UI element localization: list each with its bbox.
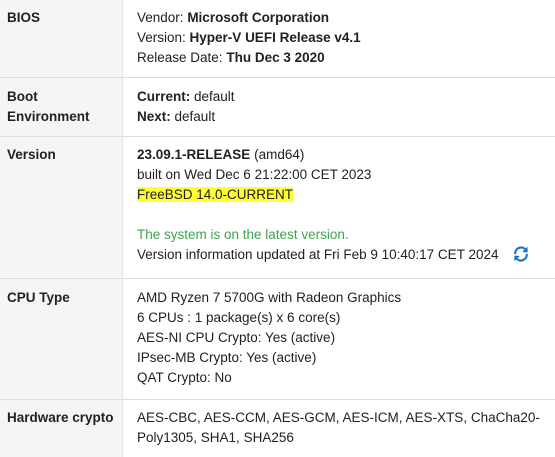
cpu-cores: 6 CPUs : 1 package(s) x 6 core(s) [137, 308, 548, 328]
version-arch: (amd64) [254, 147, 304, 162]
freebsd-version: FreeBSD 14.0-CURRENT [137, 187, 293, 202]
boot-label-line2: Environment [7, 107, 115, 127]
refresh-icon[interactable] [512, 245, 530, 269]
version-spacer [137, 205, 548, 225]
boot-label-line1: Boot [7, 87, 115, 107]
bios-row: BIOS Vendor: Microsoft Corporation Versi… [0, 0, 555, 78]
cpu-aesni: AES-NI CPU Crypto: Yes (active) [137, 328, 548, 348]
cpu-type-row: CPU Type AMD Ryzen 7 5700G with Radeon G… [0, 279, 555, 400]
cpu-qat: QAT Crypto: No [137, 368, 548, 388]
boot-next-label: Next: [137, 109, 171, 124]
hardware-crypto-row: Hardware crypto AES-CBC, AES-CCM, AES-GC… [0, 400, 555, 457]
hardware-crypto-label: Hardware crypto [0, 400, 123, 457]
hardware-crypto-value: AES-CBC, AES-CCM, AES-GCM, AES-ICM, AES-… [123, 400, 555, 457]
update-status: The system is on the latest version. [137, 225, 548, 245]
version-row: Version 23.09.1-RELEASE (amd64) built on… [0, 137, 555, 279]
hardware-crypto-list: AES-CBC, AES-CCM, AES-GCM, AES-ICM, AES-… [137, 408, 548, 448]
bios-date: Thu Dec 3 2020 [226, 50, 324, 65]
version-label: Version [0, 137, 123, 279]
bios-date-label: Release Date: [137, 50, 223, 65]
bios-version: Hyper-V UEFI Release v4.1 [190, 30, 361, 45]
version-updated-line: Version information updated at Fri Feb 9… [137, 245, 548, 269]
version-built: built on Wed Dec 6 21:22:00 CET 2023 [137, 165, 548, 185]
version-release: 23.09.1-RELEASE [137, 147, 250, 162]
boot-next: default [175, 109, 216, 124]
freebsd-version-line: FreeBSD 14.0-CURRENT [137, 185, 548, 205]
bios-value: Vendor: Microsoft Corporation Version: H… [123, 0, 555, 78]
bios-vendor-line: Vendor: Microsoft Corporation [137, 8, 548, 28]
cpu-type-label: CPU Type [0, 279, 123, 400]
version-release-line: 23.09.1-RELEASE (amd64) [137, 145, 548, 165]
bios-version-line: Version: Hyper-V UEFI Release v4.1 [137, 28, 548, 48]
boot-environment-row: Boot Environment Current: default Next: … [0, 78, 555, 137]
version-updated: Version information updated at Fri Feb 9… [137, 247, 498, 262]
bios-date-line: Release Date: Thu Dec 3 2020 [137, 48, 548, 68]
boot-next-line: Next: default [137, 107, 548, 127]
system-information-table: BIOS Vendor: Microsoft Corporation Versi… [0, 0, 555, 457]
cpu-ipsec: IPsec-MB Crypto: Yes (active) [137, 348, 548, 368]
cpu-model: AMD Ryzen 7 5700G with Radeon Graphics [137, 288, 548, 308]
bios-vendor-label: Vendor: [137, 10, 184, 25]
bios-vendor: Microsoft Corporation [187, 10, 329, 25]
boot-current-line: Current: default [137, 87, 548, 107]
boot-environment-value: Current: default Next: default [123, 78, 555, 137]
boot-current-label: Current: [137, 89, 190, 104]
bios-label: BIOS [0, 0, 123, 78]
boot-current: default [194, 89, 235, 104]
bios-version-label: Version: [137, 30, 186, 45]
cpu-type-value: AMD Ryzen 7 5700G with Radeon Graphics 6… [123, 279, 555, 400]
boot-environment-label: Boot Environment [0, 78, 123, 137]
version-value: 23.09.1-RELEASE (amd64) built on Wed Dec… [123, 137, 555, 279]
